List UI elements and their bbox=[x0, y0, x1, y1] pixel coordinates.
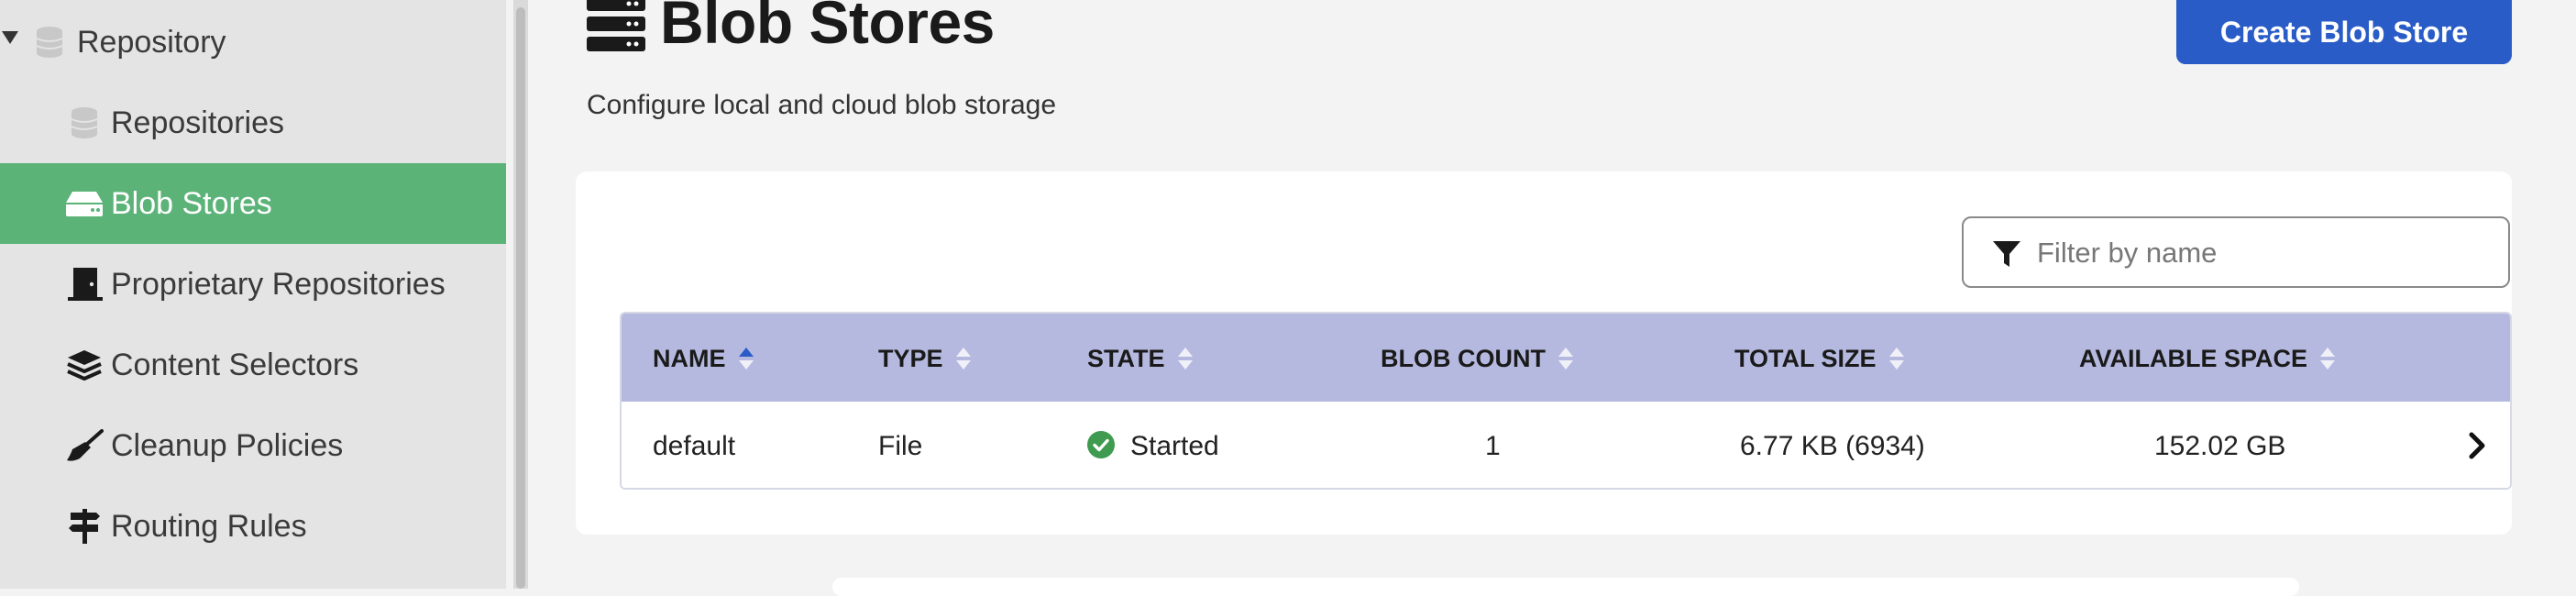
caret-down-icon[interactable] bbox=[2, 31, 18, 44]
filter-input[interactable] bbox=[2035, 231, 2497, 275]
column-header-state[interactable]: STATE bbox=[1087, 345, 1193, 373]
column-label: BLOB COUNT bbox=[1381, 345, 1546, 372]
sidebar-item-label: Cleanup Policies bbox=[111, 427, 344, 463]
column-header-blob-count[interactable]: BLOB COUNT bbox=[1381, 345, 1573, 373]
signpost-icon bbox=[64, 506, 105, 546]
blob-stores-table: NAME TYPE STATE BLOB COUNT TOTAL SIZE AV… bbox=[620, 312, 2512, 490]
column-header-type[interactable]: TYPE bbox=[878, 345, 971, 373]
check-circle-icon bbox=[1087, 431, 1115, 458]
filter-icon bbox=[1991, 238, 2022, 270]
column-header-name[interactable]: NAME bbox=[653, 345, 754, 373]
create-blob-store-button[interactable]: Create Blob Store bbox=[2176, 0, 2512, 64]
cell-blob-count: 1 bbox=[1485, 431, 1501, 461]
column-label: NAME bbox=[653, 345, 726, 372]
table-row[interactable]: default File Started 1 6.77 KB (6934) 15… bbox=[622, 402, 2510, 488]
cell-type: File bbox=[878, 431, 923, 461]
sort-icon bbox=[955, 347, 971, 371]
column-header-total-size[interactable]: TOTAL SIZE bbox=[1734, 345, 1904, 373]
sidebar-item-repositories[interactable]: Repositories bbox=[0, 83, 506, 163]
cell-available-space: 152.02 GB bbox=[2154, 431, 2286, 461]
column-label: TOTAL SIZE bbox=[1734, 345, 1877, 372]
door-icon bbox=[64, 264, 105, 304]
cell-state: Started bbox=[1130, 431, 1219, 461]
chevron-right-icon[interactable] bbox=[2464, 429, 2490, 462]
sort-icon bbox=[1177, 347, 1193, 371]
sidebar-item-content-selectors[interactable]: Content Selectors bbox=[0, 325, 506, 405]
sidebar-divider bbox=[506, 0, 513, 589]
broom-icon bbox=[64, 425, 105, 466]
sort-icon bbox=[1558, 347, 1573, 371]
sidebar-item-label: Proprietary Repositories bbox=[111, 266, 446, 302]
column-label: AVAILABLE SPACE bbox=[2079, 345, 2308, 372]
column-label: STATE bbox=[1087, 345, 1165, 372]
table-header: NAME TYPE STATE BLOB COUNT TOTAL SIZE AV… bbox=[622, 314, 2510, 402]
sidebar-item-routing-rules[interactable]: Routing Rules bbox=[0, 486, 506, 567]
sidebar-item-blob-stores[interactable]: Blob Stores bbox=[0, 163, 506, 244]
sidebar-item-cleanup-policies[interactable]: Cleanup Policies bbox=[0, 405, 506, 486]
database-icon bbox=[29, 22, 70, 62]
hard-drive-icon bbox=[64, 183, 105, 224]
page-title: Blob Stores bbox=[660, 0, 995, 56]
next-card-edge bbox=[832, 578, 2299, 596]
sort-icon bbox=[1888, 347, 1904, 371]
sidebar-item-proprietary-repositories[interactable]: Proprietary Repositories bbox=[0, 244, 506, 325]
sort-icon bbox=[2320, 347, 2336, 371]
database-icon bbox=[64, 103, 105, 143]
server-stack-icon bbox=[585, 0, 647, 55]
column-header-available-space[interactable]: AVAILABLE SPACE bbox=[2079, 345, 2336, 373]
scrollbar-thumb[interactable] bbox=[516, 7, 525, 589]
sidebar-item-label: Repository bbox=[77, 24, 226, 60]
column-label: TYPE bbox=[878, 345, 943, 372]
sidebar-item-label: Content Selectors bbox=[111, 347, 359, 382]
sidebar-item-label: Routing Rules bbox=[111, 508, 307, 544]
cell-name: default bbox=[653, 431, 736, 461]
sort-ascending-icon bbox=[738, 347, 754, 371]
filter-box[interactable] bbox=[1962, 216, 2510, 288]
sidebar: Repository Repositories Blob Stores Prop… bbox=[0, 0, 506, 589]
cell-total-size: 6.77 KB (6934) bbox=[1740, 431, 1925, 461]
layers-icon bbox=[64, 345, 105, 385]
sidebar-item-label: Blob Stores bbox=[111, 185, 272, 221]
sidebar-item-repository[interactable]: Repository bbox=[0, 2, 506, 83]
sidebar-item-label: Repositories bbox=[111, 105, 284, 140]
page-subtitle: Configure local and cloud blob storage bbox=[587, 90, 1057, 120]
